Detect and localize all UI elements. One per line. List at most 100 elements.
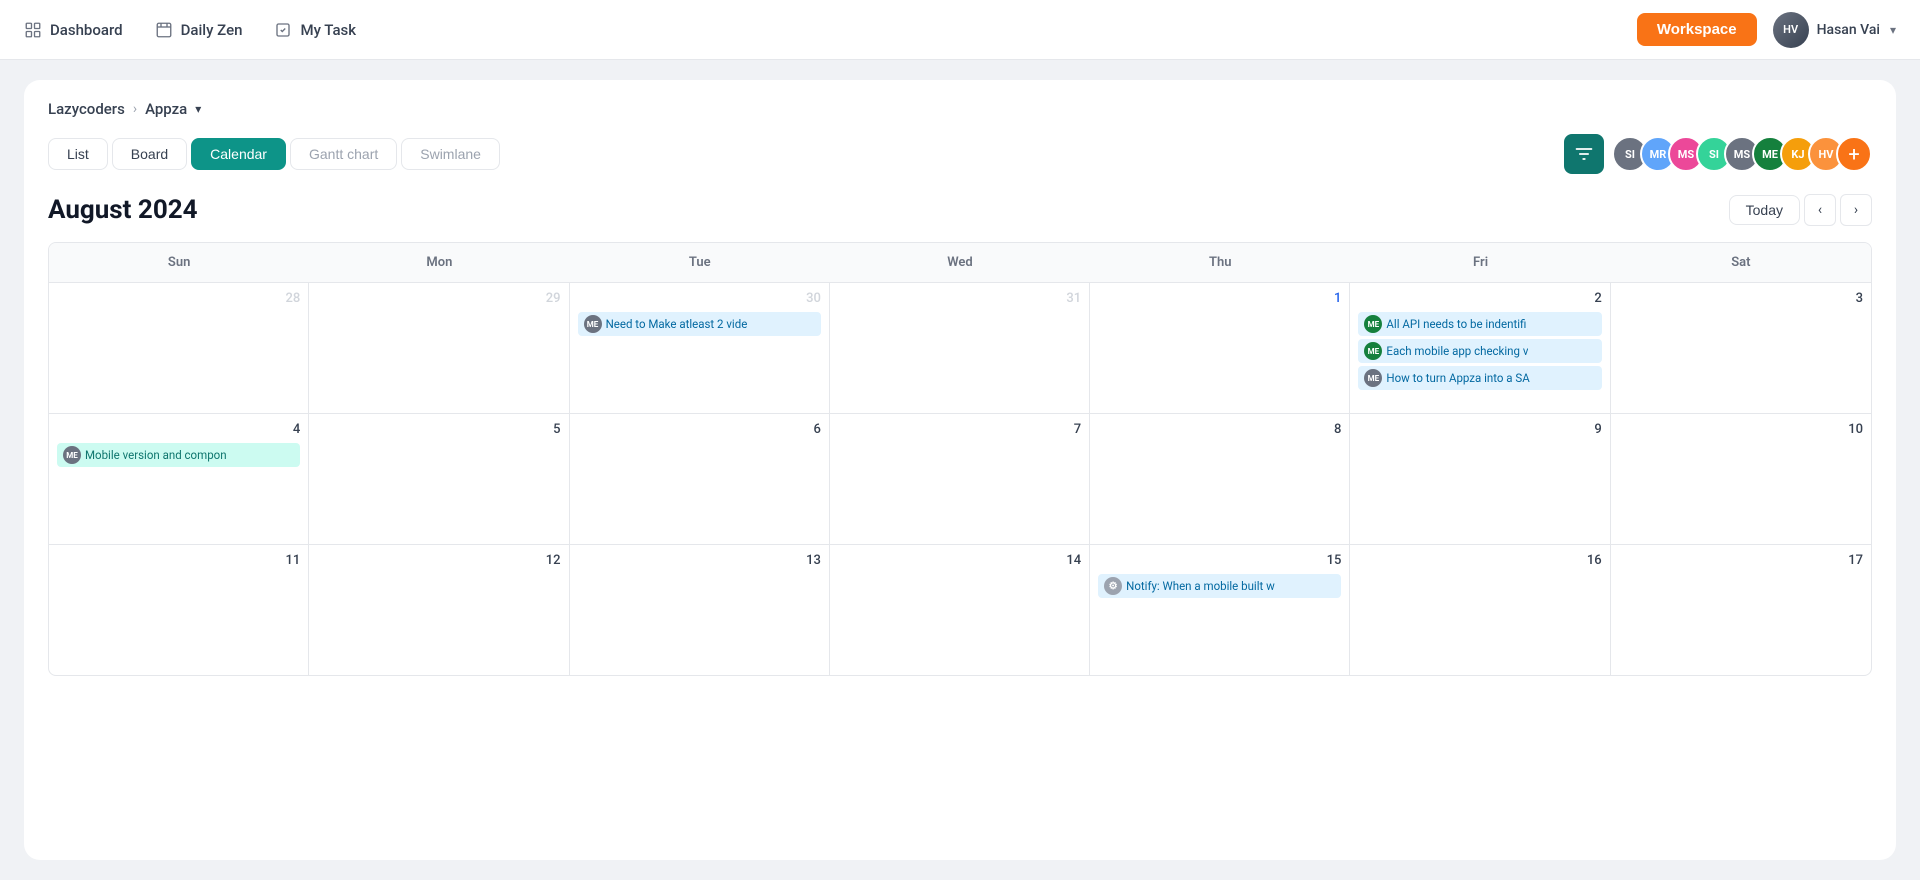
date-2: 2 [1358, 291, 1601, 306]
nav-daily-zen-label: Daily Zen [181, 21, 243, 39]
cell-aug-1: 1 [1090, 283, 1350, 413]
cell-aug-13: 13 [570, 545, 830, 675]
task-text: How to turn Appza into a SA [1386, 371, 1529, 385]
cell-aug-14: 14 [830, 545, 1090, 675]
content-card: Lazycoders › Appza ▾ List Board Calendar… [24, 80, 1896, 860]
cell-aug-15: 15 ⚙ Notify: When a mobile built w [1090, 545, 1350, 675]
task-text: All API needs to be indentifi [1386, 317, 1526, 331]
tabs-toolbar: SI MR MS SI MS ME [1564, 134, 1872, 174]
task-avatar: ⚙ [1104, 577, 1122, 595]
members-avatars: SI MR MS SI MS ME [1612, 136, 1872, 172]
cell-aug-10: 10 [1611, 414, 1871, 544]
task-item[interactable]: ME Need to Make atleast 2 vide [578, 312, 821, 336]
cell-aug-4: 4 ME Mobile version and compon [49, 414, 309, 544]
date-14: 14 [838, 553, 1081, 568]
tab-list[interactable]: List [48, 138, 108, 170]
cell-aug-7: 7 [830, 414, 1090, 544]
date-1: 1 [1098, 291, 1341, 306]
task-text: Mobile version and compon [85, 448, 227, 462]
task-avatar: ME [63, 446, 81, 464]
tab-calendar[interactable]: Calendar [191, 138, 286, 170]
calendar-week-2: 4 ME Mobile version and compon 5 6 7 8 [49, 414, 1871, 545]
calendar-week-1: 28 29 30 ME Need to Make atleast 2 vide … [49, 283, 1871, 414]
tab-board[interactable]: Board [112, 138, 187, 170]
task-text: Notify: When a mobile built w [1126, 579, 1275, 593]
cell-aug-16: 16 [1350, 545, 1610, 675]
task-avatar: ME [1364, 369, 1382, 387]
cell-aug-12: 12 [309, 545, 569, 675]
nav-dashboard[interactable]: Dashboard [24, 21, 123, 39]
task-avatar: ME [1364, 342, 1382, 360]
top-navigation: Dashboard Daily Zen My Task Workspace HV [0, 0, 1920, 60]
date-15: 15 [1098, 553, 1341, 568]
calendar-header: August 2024 Today ‹ › [48, 194, 1872, 226]
add-member-button[interactable]: + [1836, 136, 1872, 172]
calendar-month-title: August 2024 [48, 195, 198, 225]
task-item[interactable]: ME Mobile version and compon [57, 443, 300, 467]
date-6: 6 [578, 422, 821, 437]
date-9: 9 [1358, 422, 1601, 437]
breadcrumb-project[interactable]: Appza ▾ [145, 100, 201, 118]
cell-aug-11: 11 [49, 545, 309, 675]
nav-left: Dashboard Daily Zen My Task [24, 21, 356, 39]
nav-my-task[interactable]: My Task [274, 21, 356, 39]
calendar-days-header: Sun Mon Tue Wed Thu Fri Sat [49, 243, 1871, 283]
date-4: 4 [57, 422, 300, 437]
breadcrumb-separator: › [133, 101, 137, 117]
day-mon: Mon [309, 243, 569, 282]
task-item[interactable]: ME How to turn Appza into a SA [1358, 366, 1601, 390]
date-8: 8 [1098, 422, 1341, 437]
cell-aug-6: 6 [570, 414, 830, 544]
breadcrumb-workspace[interactable]: Lazycoders [48, 100, 125, 118]
date-31: 31 [838, 291, 1081, 306]
date-16: 16 [1358, 553, 1601, 568]
cell-aug-8: 8 [1090, 414, 1350, 544]
tab-gantt[interactable]: Gantt chart [290, 138, 397, 170]
cell-aug-17: 17 [1611, 545, 1871, 675]
user-name-label: Hasan Vai [1817, 22, 1880, 38]
prev-month-button[interactable]: ‹ [1804, 194, 1836, 226]
cell-aug-3: 3 [1611, 283, 1871, 413]
next-month-button[interactable]: › [1840, 194, 1872, 226]
today-button[interactable]: Today [1729, 195, 1800, 225]
task-item[interactable]: ME Each mobile app checking v [1358, 339, 1601, 363]
day-fri: Fri [1350, 243, 1610, 282]
date-5: 5 [317, 422, 560, 437]
cell-aug-9: 9 [1350, 414, 1610, 544]
date-29: 29 [317, 291, 560, 306]
day-sun: Sun [49, 243, 309, 282]
nav-daily-zen[interactable]: Daily Zen [155, 21, 243, 39]
calendar-nav: Today ‹ › [1729, 194, 1872, 226]
project-dropdown-icon[interactable]: ▾ [195, 102, 201, 116]
task-avatar: ME [1364, 315, 1382, 333]
tab-swimlane[interactable]: Swimlane [401, 138, 500, 170]
date-3: 3 [1619, 291, 1863, 306]
task-avatar: ME [584, 315, 602, 333]
user-profile[interactable]: HV Hasan Vai ▾ [1773, 12, 1896, 48]
nav-my-task-label: My Task [300, 21, 356, 39]
date-13: 13 [578, 553, 821, 568]
calendar-week-3: 11 12 13 14 15 ⚙ Notify: When a mobile b… [49, 545, 1871, 675]
day-sat: Sat [1611, 243, 1871, 282]
nav-dashboard-label: Dashboard [50, 21, 123, 39]
date-17: 17 [1619, 553, 1863, 568]
day-thu: Thu [1090, 243, 1350, 282]
task-item[interactable]: ⚙ Notify: When a mobile built w [1098, 574, 1341, 598]
task-text: Need to Make atleast 2 vide [606, 317, 748, 331]
cell-aug-5: 5 [309, 414, 569, 544]
avatar: HV [1773, 12, 1809, 48]
filter-button[interactable] [1564, 134, 1604, 174]
cell-aug-2: 2 ME All API needs to be indentifi ME Ea… [1350, 283, 1610, 413]
day-wed: Wed [830, 243, 1090, 282]
day-tue: Tue [570, 243, 830, 282]
cell-jul-31: 31 [830, 283, 1090, 413]
cell-jul-28: 28 [49, 283, 309, 413]
task-item[interactable]: ME All API needs to be indentifi [1358, 312, 1601, 336]
date-10: 10 [1619, 422, 1863, 437]
date-30: 30 [578, 291, 821, 306]
date-28: 28 [57, 291, 300, 306]
breadcrumb: Lazycoders › Appza ▾ [48, 100, 1872, 118]
main-content: Lazycoders › Appza ▾ List Board Calendar… [0, 60, 1920, 880]
workspace-button[interactable]: Workspace [1637, 13, 1757, 46]
user-dropdown-icon: ▾ [1890, 23, 1896, 37]
